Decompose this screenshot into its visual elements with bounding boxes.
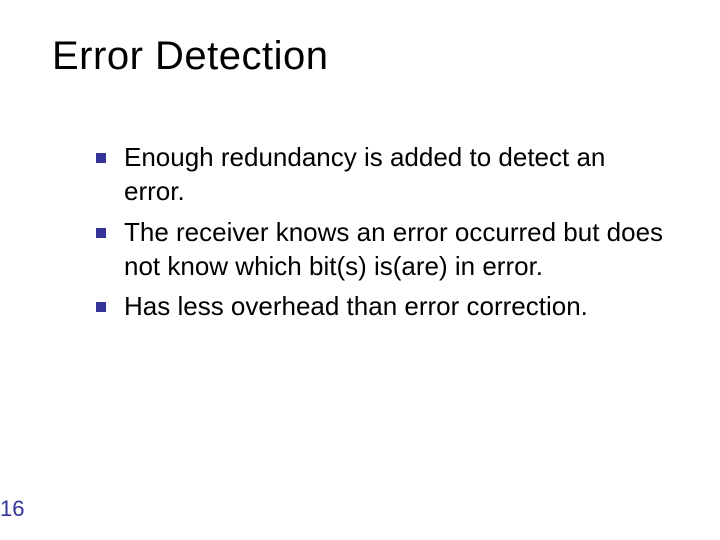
bullet-icon [96, 302, 106, 312]
page-number: 16 [0, 496, 24, 522]
list-item: Enough redundancy is added to detect an … [96, 140, 666, 209]
list-item: Has less overhead than error correction. [96, 289, 666, 323]
bullet-icon [96, 228, 106, 238]
bullet-list: Enough redundancy is added to detect an … [96, 140, 666, 330]
slide-title: Error Detection [52, 34, 328, 79]
bullet-text: Has less overhead than error correction. [124, 289, 588, 323]
list-item: The receiver knows an error occurred but… [96, 215, 666, 284]
bullet-text: Enough redundancy is added to detect an … [124, 140, 666, 209]
bullet-text: The receiver knows an error occurred but… [124, 215, 666, 284]
bullet-icon [96, 153, 106, 163]
slide: Error Detection Enough redundancy is add… [0, 0, 720, 540]
